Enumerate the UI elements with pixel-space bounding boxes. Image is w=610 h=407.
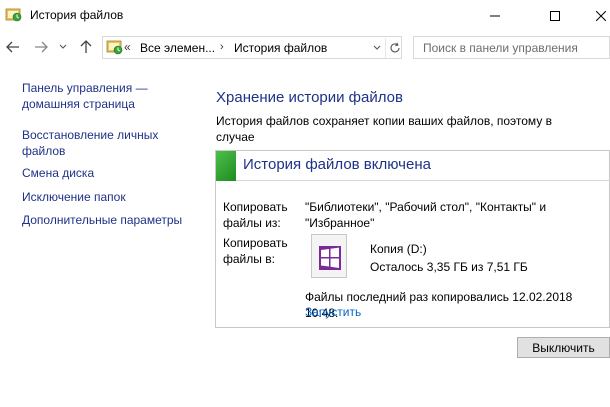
sidebar-item-label: Восстановление личных (22, 128, 159, 142)
refresh-icon (390, 42, 400, 53)
up-button[interactable] (76, 37, 96, 57)
sidebar-item-exclude-folders[interactable]: Исключение папок (22, 189, 126, 205)
chevron-down-icon (59, 44, 67, 49)
drive-name: Копия (D:) (370, 242, 427, 256)
sidebar-item-label: домашняя страница (22, 97, 135, 111)
copy-from-value: "Библиотеки", "Рабочий стол", "Контакты"… (305, 199, 546, 231)
maximize-icon (550, 11, 560, 21)
window-title: История файлов (30, 8, 124, 22)
file-history-status-panel: История файлов включена Копировать файлы… (215, 150, 610, 328)
recent-locations-button[interactable] (56, 37, 70, 57)
sidebar-item-label: Дополнительные параметры (22, 213, 183, 227)
drive-icon (311, 234, 347, 278)
search-input[interactable]: Поиск в панели управления (413, 36, 610, 59)
copy-to-label-line: Копировать (223, 236, 288, 250)
copy-from-label-line: файлы из: (223, 216, 281, 230)
divider (236, 180, 610, 181)
arrow-left-icon (6, 41, 19, 53)
sidebar-item-control-panel-home[interactable]: Панель управления — домашняя страница (22, 80, 148, 112)
breadcrumb-file-history[interactable]: История файлов (234, 41, 327, 55)
sidebar-item-label: файлов (22, 144, 66, 158)
copy-to-label-line: файлы в: (223, 252, 275, 266)
address-bar[interactable]: « Все элемен... › История файлов (102, 36, 402, 59)
sidebar-item-label: Исключение папок (22, 190, 126, 204)
sidebar-item-advanced-settings[interactable]: Дополнительные параметры (22, 212, 182, 228)
run-now-link[interactable]: Запустить (305, 305, 361, 319)
sidebar-item-restore-personal-files[interactable]: Восстановление личных файлов (22, 127, 158, 159)
search-placeholder: Поиск в панели управления (423, 41, 578, 55)
breadcrumb-separator[interactable]: › (220, 41, 224, 53)
status-indicator (216, 151, 236, 181)
turn-off-button[interactable]: Выключить (517, 337, 610, 358)
breadcrumb-overflow-button[interactable]: « (124, 40, 131, 54)
maximize-button[interactable] (532, 0, 578, 32)
copy-from-label: Копировать файлы из: (223, 199, 288, 231)
sidebar-item-label: Панель управления — (22, 81, 148, 95)
control-panel-icon (106, 39, 124, 56)
title-bar: История файлов (0, 0, 610, 32)
refresh-button[interactable] (385, 38, 403, 58)
address-dropdown-button[interactable] (371, 40, 383, 56)
copy-to-label: Копировать файлы в: (223, 235, 288, 267)
minimize-button[interactable] (472, 0, 518, 32)
description-line: История файлов сохраняет копии ваших фай… (216, 114, 553, 144)
chevron-down-icon (373, 45, 381, 50)
page-title: Хранение истории файлов (216, 89, 403, 106)
forward-button[interactable] (31, 37, 51, 57)
copy-from-label-line: Копировать (223, 200, 288, 214)
minimize-icon (490, 15, 500, 17)
copy-from-value-line: "Избранное" (305, 216, 375, 230)
close-icon (596, 11, 606, 21)
close-button[interactable] (592, 0, 610, 32)
sidebar-item-label: Смена диска (22, 166, 95, 180)
control-panel-icon (5, 7, 23, 23)
drive-free-space: Осталось 3,35 ГБ из 7,51 ГБ (370, 260, 528, 274)
copy-from-value-line: "Библиотеки", "Рабочий стол", "Контакты"… (305, 200, 547, 214)
back-button[interactable] (3, 37, 23, 57)
breadcrumb-all-items[interactable]: Все элемен... (140, 41, 215, 55)
arrow-up-icon (80, 40, 92, 53)
arrow-right-icon (35, 41, 48, 53)
file-history-window: История файлов « Все элемен... › История… (0, 0, 610, 407)
sidebar-item-select-drive[interactable]: Смена диска (22, 165, 94, 181)
status-title: История файлов включена (243, 156, 431, 173)
